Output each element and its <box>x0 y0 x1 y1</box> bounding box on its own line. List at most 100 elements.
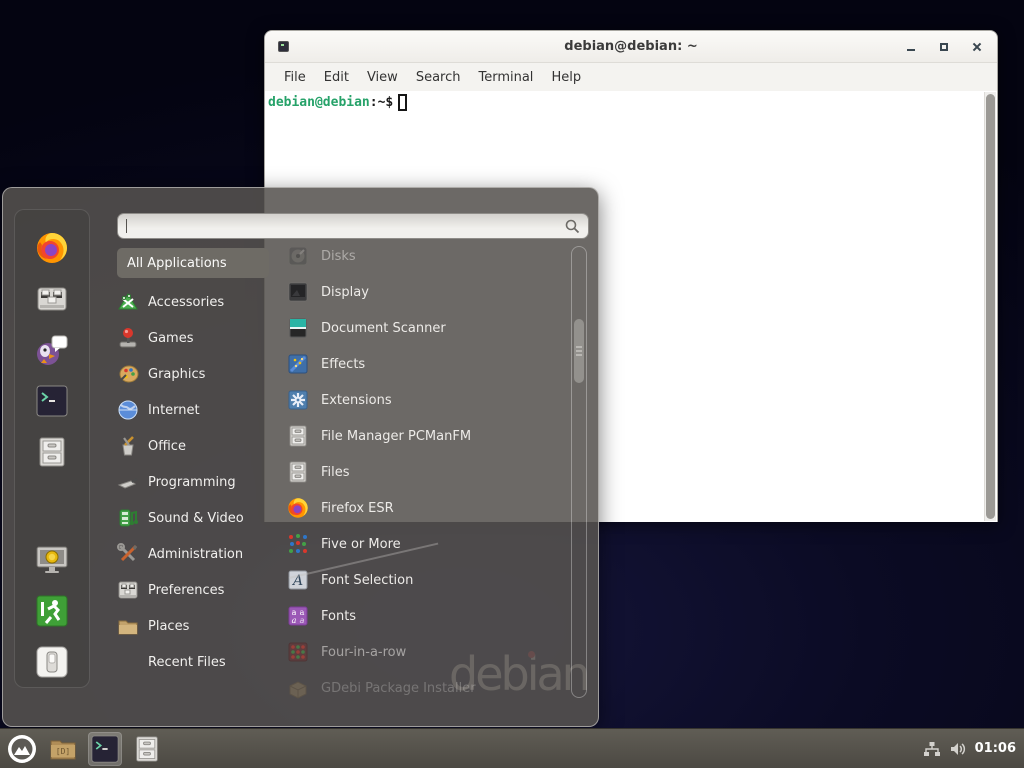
accessories-icon <box>117 291 139 313</box>
administration-icon <box>117 543 139 565</box>
prompt-suffix: :~$ <box>370 95 393 110</box>
taskbar-files-launcher[interactable] <box>130 732 164 766</box>
menu-search[interactable]: Search <box>407 66 470 89</box>
app-fonts[interactable]: a a a a Fonts <box>286 598 568 634</box>
games-icon <box>117 327 139 349</box>
favorite-screensaver[interactable] <box>34 543 70 577</box>
menu-help[interactable]: Help <box>542 66 590 89</box>
terminal-cursor <box>398 94 407 111</box>
search-input[interactable] <box>117 213 589 239</box>
volume-icon[interactable] <box>949 741 967 757</box>
menu-scrollbar-thumb[interactable] <box>574 319 584 383</box>
internet-icon <box>117 399 139 421</box>
effects-icon <box>287 353 309 375</box>
sound-video-icon <box>117 507 139 529</box>
category-recent-files[interactable]: Recent Files <box>117 644 269 680</box>
terminal-menubar: File Edit View Search Terminal Help <box>265 63 997 91</box>
terminal-icon <box>36 385 68 417</box>
menu-scrollbar[interactable] <box>571 246 587 698</box>
prompt-user-host: debian@debian <box>268 95 370 110</box>
file-manager-icon <box>134 735 160 763</box>
menu-file[interactable]: File <box>275 66 315 89</box>
firefox-icon <box>287 497 309 519</box>
taskbar: [D] 01:06 <box>0 728 1024 768</box>
app-four-in-a-row[interactable]: Four-in-a-row <box>286 634 568 670</box>
maximize-button[interactable] <box>934 36 954 58</box>
menu-view[interactable]: View <box>358 66 407 89</box>
favorite-firefox[interactable] <box>34 231 70 265</box>
file-manager-icon <box>288 425 308 447</box>
favorite-pidgin[interactable] <box>34 333 70 367</box>
menu-logo-icon <box>7 734 37 764</box>
application-menu: All Applications Accessories Games Graph… <box>2 187 599 727</box>
taskbar-terminal-window[interactable] <box>88 732 122 766</box>
close-button[interactable] <box>967 36 987 58</box>
favorite-package-manager[interactable] <box>34 282 70 316</box>
svg-text:[D]: [D] <box>56 747 70 756</box>
category-sound-video[interactable]: Sound & Video <box>117 500 269 536</box>
category-internet[interactable]: Internet <box>117 392 269 428</box>
app-effects[interactable]: Effects <box>286 346 568 382</box>
terminal-scrollbar-thumb[interactable] <box>986 94 995 519</box>
five-or-more-icon <box>287 533 309 555</box>
places-icon <box>117 615 139 637</box>
disks-icon <box>287 245 309 267</box>
app-gdebi-package-installer[interactable]: GDebi Package Installer <box>286 670 568 706</box>
screensaver-icon <box>35 545 69 575</box>
minimize-icon <box>907 49 915 51</box>
favorites-column <box>14 209 90 688</box>
fonts-icon: a a a a <box>287 605 309 627</box>
office-icon <box>117 435 139 457</box>
terminal-icon <box>91 735 119 763</box>
maximize-icon <box>940 43 948 51</box>
minimize-button[interactable] <box>901 36 921 58</box>
category-preferences[interactable]: Preferences <box>117 572 269 608</box>
svg-text:a: a <box>300 616 305 625</box>
package-manager-icon <box>36 284 68 314</box>
network-icon[interactable] <box>923 741 941 757</box>
category-places[interactable]: Places <box>117 608 269 644</box>
taskbar-folder-launcher[interactable]: [D] <box>46 732 80 766</box>
favorite-shutdown[interactable] <box>34 645 70 679</box>
app-firefox-esr[interactable]: Firefox ESR <box>286 490 568 526</box>
terminal-scrollbar[interactable] <box>984 92 996 521</box>
favorite-logout[interactable] <box>34 594 70 628</box>
app-display[interactable]: Display <box>286 274 568 310</box>
shell-prompt: debian@debian:~$ <box>268 94 407 111</box>
graphics-icon <box>117 363 139 385</box>
app-extensions[interactable]: Extensions <box>286 382 568 418</box>
shutdown-icon <box>36 646 68 678</box>
menu-button[interactable] <box>6 733 38 765</box>
category-administration[interactable]: Administration <box>117 536 269 572</box>
terminal-titlebar[interactable]: debian@debian: ~ <box>265 31 997 63</box>
gdebi-icon <box>287 677 309 699</box>
preferences-icon <box>117 579 139 601</box>
firefox-icon <box>35 231 69 265</box>
favorite-file-manager[interactable] <box>34 435 70 469</box>
app-files[interactable]: Files <box>286 454 568 490</box>
display-icon <box>287 281 309 303</box>
menu-edit[interactable]: Edit <box>315 66 358 89</box>
category-games[interactable]: Games <box>117 320 269 356</box>
app-document-scanner[interactable]: Document Scanner <box>286 310 568 346</box>
favorite-terminal[interactable] <box>34 384 70 418</box>
system-tray: 01:06 <box>923 741 1024 757</box>
categories-column: All Applications Accessories Games Graph… <box>117 248 269 680</box>
document-scanner-icon <box>287 317 309 339</box>
category-programming[interactable]: Programming <box>117 464 269 500</box>
svg-text:a: a <box>292 616 297 625</box>
app-file-manager-pcmanfm[interactable]: File Manager PCManFM <box>286 418 568 454</box>
app-disks[interactable]: Disks <box>286 238 568 274</box>
four-in-a-row-icon <box>287 641 309 663</box>
logout-icon <box>36 595 68 627</box>
category-accessories[interactable]: Accessories <box>117 284 269 320</box>
applications-list: Disks Display Document Scanner Effects <box>286 238 568 706</box>
category-all-applications[interactable]: All Applications <box>117 248 269 278</box>
close-icon <box>972 42 982 52</box>
menu-terminal[interactable]: Terminal <box>469 66 542 89</box>
category-graphics[interactable]: Graphics <box>117 356 269 392</box>
extensions-icon <box>287 389 309 411</box>
taskbar-clock[interactable]: 01:06 <box>975 741 1016 756</box>
folder-icon: [D] <box>49 737 77 761</box>
category-office[interactable]: Office <box>117 428 269 464</box>
